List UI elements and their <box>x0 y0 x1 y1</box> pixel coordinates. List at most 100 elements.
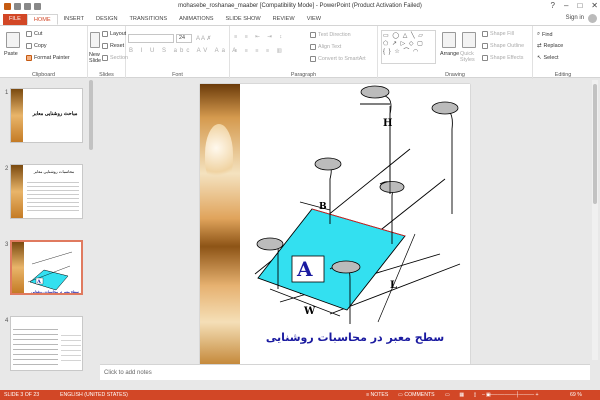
paste-icon[interactable] <box>6 32 20 48</box>
quick-styles-button[interactable]: Quick Styles <box>460 51 478 63</box>
reset-icon <box>102 43 108 49</box>
shape-fill-button[interactable]: Shape Fill <box>482 31 514 37</box>
slide-thumbnails-pane: 1 مباحث روشنایی معابر 2 محاسبات روشنایی … <box>0 78 95 390</box>
align-text-icon <box>310 44 316 50</box>
label-l: L <box>390 280 398 291</box>
thumb-title-1: مباحث روشنایی معابر <box>32 111 78 117</box>
shape-outline-button[interactable]: Shape Outline <box>482 43 524 49</box>
select-icon: ↖ <box>537 55 542 61</box>
tab-slide-show[interactable]: SLIDE SHOW <box>220 14 267 25</box>
copy-button[interactable]: Copy <box>26 43 47 49</box>
tab-home[interactable]: HOME <box>26 14 58 25</box>
tab-file[interactable]: FILE <box>3 14 27 25</box>
title-bar: mohasebe_roshanae_maaber [Compatibility … <box>0 0 600 13</box>
ribbon-tabs: FILE HOME INSERT DESIGN TRANSITIONS ANIM… <box>0 13 600 25</box>
search-icon: ⌕ <box>537 31 541 37</box>
thumb-title-3: سطح معبر در محاسبات روشنایی <box>31 290 79 294</box>
thumb-diagram-3: A <box>27 251 73 291</box>
slide-counter: SLIDE 3 OF 23 <box>4 392 40 398</box>
paragraph-group: ≡ ≡ ⇤ ⇥ ↕ ≡ ≡ ≡ ≡ ▥ Text Direction Align… <box>230 26 378 79</box>
label-h: H <box>383 118 393 129</box>
smartart-icon <box>310 56 316 62</box>
label-b: B <box>319 202 327 212</box>
tab-insert[interactable]: INSERT <box>58 14 90 25</box>
label-w: W <box>304 306 316 317</box>
slide-thumbnail-1[interactable]: مباحث روشنایی معابر <box>10 88 83 143</box>
maximize-button[interactable]: □ <box>577 1 582 10</box>
select-button[interactable]: ↖ Select <box>537 55 559 61</box>
text-direction-button[interactable]: Text Direction <box>310 32 351 38</box>
thumb-number-3: 3 <box>5 242 9 248</box>
help-button[interactable]: ? <box>551 1 555 10</box>
shape-effects-button[interactable]: Shape Effects <box>482 55 523 61</box>
font-name-field[interactable] <box>128 34 174 43</box>
layout-button[interactable]: Layout <box>102 31 126 37</box>
label-a: A <box>297 257 313 281</box>
thumb-text-lines-4 <box>61 331 81 365</box>
window-controls: ? – □ ✕ <box>551 1 598 10</box>
thumb-text-lines-2 <box>27 179 79 213</box>
shapes-gallery[interactable]: ▭ ◯ △ ╲ ▱ ⬠ ↗ ▷ ◇ ▢{ } ☆ ⌒ ◠ <box>381 30 436 64</box>
find-button[interactable]: ⌕ Find <box>537 31 553 38</box>
notes-toggle[interactable]: ≡ NOTES <box>366 392 388 398</box>
shape-fill-icon <box>482 31 488 37</box>
notes-pane[interactable]: Click to add notes <box>100 364 590 380</box>
font-format-buttons[interactable]: B I U S abc AV Aa A <box>129 48 239 54</box>
quick-styles-icon[interactable] <box>462 32 476 48</box>
font-size-buttons[interactable]: A A ✗ <box>196 35 211 42</box>
zoom-slider[interactable]: – ────────┼──── + <box>482 392 539 398</box>
slide-thumbnail-3[interactable]: A سطح معبر در محاسبات روشنایی <box>10 240 83 295</box>
slide-thumbnail-2[interactable]: محاسبات روشنایی معابر <box>10 164 83 219</box>
replace-button[interactable]: ⇄ Replace <box>537 43 563 49</box>
editing-group-label: Editing <box>554 72 572 78</box>
list-buttons[interactable]: ≡ ≡ ⇤ ⇥ ↕ <box>234 34 285 40</box>
font-size-field[interactable]: 24 <box>176 34 192 43</box>
shape-effects-icon <box>482 55 488 61</box>
slide-canvas[interactable]: H B A L W <box>200 84 470 364</box>
format-painter-button[interactable]: Format Painter <box>26 55 70 61</box>
thumbnails-scrollbar[interactable] <box>89 80 93 150</box>
copy-icon <box>26 43 32 49</box>
tab-animations[interactable]: ANIMATIONS <box>173 14 219 25</box>
text-direction-icon <box>310 32 316 38</box>
shape-outline-icon <box>482 43 488 49</box>
font-group: 24 A A ✗ B I U S abc AV Aa A Font <box>126 26 236 79</box>
align-buttons[interactable]: ≡ ≡ ≡ ≡ ▥ <box>234 48 285 54</box>
road-lighting-diagram <box>254 85 461 324</box>
zoom-level[interactable]: 69 % <box>570 392 582 398</box>
tab-design[interactable]: DESIGN <box>90 14 123 25</box>
status-bar: SLIDE 3 OF 23 ENGLISH (UNITED STATES) ≡ … <box>0 390 600 400</box>
arrange-button[interactable]: Arrange <box>440 51 459 57</box>
smartart-button[interactable]: Convert to SmartArt <box>310 56 366 62</box>
sign-in-link[interactable]: Sign in <box>566 15 584 21</box>
thumb-table-4 <box>13 325 58 369</box>
editing-group: ⌕ Find ⇄ Replace ↖ Select Editing <box>533 26 593 79</box>
avatar[interactable] <box>588 14 597 23</box>
tab-view[interactable]: VIEW <box>301 14 327 25</box>
close-button[interactable]: ✕ <box>591 1 598 10</box>
tab-transitions[interactable]: TRANSITIONS <box>123 14 173 25</box>
language-indicator[interactable]: ENGLISH (UNITED STATES) <box>60 392 128 398</box>
section-icon <box>102 55 108 61</box>
align-text-button[interactable]: Align Text <box>310 44 341 50</box>
drawing-group: ▭ ◯ △ ╲ ▱ ⬠ ↗ ▷ ◇ ▢{ } ☆ ⌒ ◠ Arrange Quic… <box>378 26 533 79</box>
new-slide-icon[interactable] <box>90 32 100 48</box>
tab-review[interactable]: REVIEW <box>267 14 301 25</box>
format-painter-icon <box>26 55 32 61</box>
main-scrollbar[interactable] <box>592 80 598 360</box>
paste-button[interactable]: Paste <box>4 51 18 57</box>
section-button[interactable]: Section <box>102 55 128 61</box>
reset-button[interactable]: Reset <box>102 43 124 49</box>
clipboard-group: Paste Cut Copy Format Painter Clipboard <box>0 26 88 79</box>
minimize-button[interactable]: – <box>564 1 568 10</box>
cut-button[interactable]: Cut <box>26 31 42 37</box>
slides-group: New Slide Layout Reset Section Slides <box>88 26 128 79</box>
paragraph-group-label: Paragraph <box>290 72 317 78</box>
thumb-number-4: 4 <box>5 318 9 324</box>
slide-thumbnail-4[interactable] <box>10 316 83 371</box>
comments-toggle[interactable]: ▭ COMMENTS <box>398 392 435 398</box>
replace-icon: ⇄ <box>537 43 542 49</box>
arrange-icon[interactable] <box>442 32 456 48</box>
new-slide-button[interactable]: New Slide <box>89 52 103 64</box>
thumb-number-2: 2 <box>5 166 9 172</box>
